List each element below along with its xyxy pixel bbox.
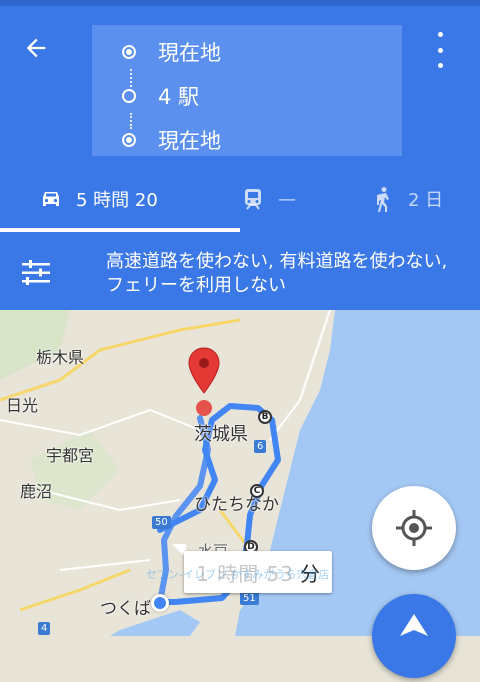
waypoint-label: 現在地 [158, 129, 221, 153]
route-number-badge: 6 [254, 440, 267, 453]
waypoint-list: 現在地 4 駅 現在地 [92, 25, 402, 156]
waypoint-start[interactable]: 現在地 [122, 37, 221, 67]
my-location-icon [396, 510, 432, 546]
tab-drive-label: 5 時間 20 [76, 190, 158, 211]
walk-icon [370, 186, 396, 212]
route-number-badge: 4 [38, 622, 51, 635]
waypoint-end[interactable]: 現在地 [122, 125, 221, 155]
start-navigation-button[interactable] [372, 594, 456, 678]
tab-transit-label: — [278, 188, 296, 210]
route-number-badge: 50 [152, 516, 171, 529]
tab-transit[interactable]: — [240, 176, 296, 222]
waypoint-hollow-icon [122, 89, 136, 103]
destination-pin-icon[interactable] [186, 346, 222, 418]
map-label: ひたちなか [194, 495, 279, 515]
waypoint-marker-c[interactable]: C [250, 484, 264, 498]
map-label: 栃木県 [36, 348, 85, 367]
my-location-button[interactable] [372, 486, 456, 570]
waypoint-marker-b[interactable]: B [258, 410, 272, 424]
waypoint-label: 現在地 [158, 41, 221, 65]
tab-drive[interactable]: 5 時間 20 [38, 176, 158, 222]
travel-mode-tabs: 5 時間 20 — 2 日 [0, 176, 480, 226]
current-location-dot[interactable] [151, 594, 169, 612]
arrow-back-icon [26, 38, 46, 58]
map-label: 鹿沼 [20, 482, 53, 501]
map-watermark-label: セブン-イレブン かすみがうら宍倉店 [146, 568, 330, 581]
more-vert-icon[interactable] [430, 32, 450, 68]
waypoint-filled-icon [122, 45, 136, 59]
waypoint-stop[interactable]: 4 駅 [122, 81, 199, 111]
map-label: 茨城県 [194, 424, 248, 445]
navigation-icon [400, 614, 428, 636]
map-label: 日光 [6, 396, 39, 415]
back-button[interactable] [22, 34, 62, 64]
route-options-bar[interactable]: 高速道路を使わない, 有料道路を使わない, フェリーを利用しない [0, 236, 480, 310]
tab-walk[interactable]: 2 日 [370, 176, 443, 222]
tune-icon [22, 260, 50, 285]
waypoint-label: 4 駅 [158, 85, 200, 109]
train-icon [240, 186, 266, 212]
map-label: つくば [100, 599, 151, 619]
selected-tab-indicator [0, 228, 240, 232]
tab-walk-label: 2 日 [408, 190, 444, 211]
car-icon [38, 186, 64, 212]
route-options-text: 高速道路を使わない, 有料道路を使わない, フェリーを利用しない [106, 251, 448, 296]
map-label: 宇都宮 [46, 446, 95, 465]
waypoint-filled-icon [122, 133, 136, 147]
route-number-badge: 51 [240, 592, 259, 605]
